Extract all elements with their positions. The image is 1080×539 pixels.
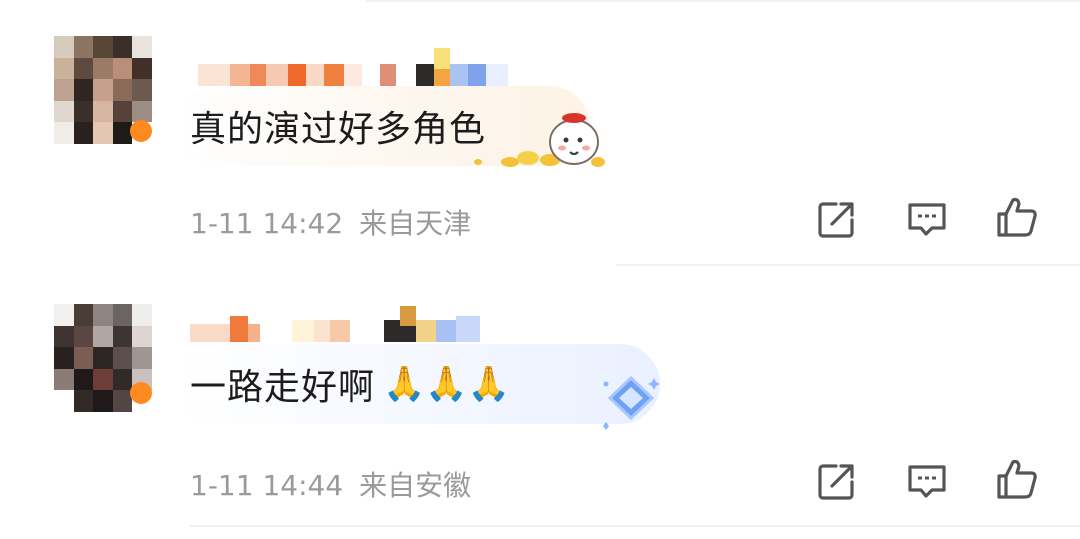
diamond-badge-sticker [603,375,660,430]
bottom-divider [190,525,1080,527]
comment-text: 真的演过好多角色 [190,109,487,150]
like-button[interactable] [994,194,1040,240]
comment-time: 1-11 14:44 [190,469,344,502]
comment-item: 真的演过好多角色 1-11 14:42 来自天津 [0,0,1080,262]
praying-hands-emoji: 🙏🙏🙏 [383,364,511,404]
avatar-badge [130,120,152,142]
like-icon [997,459,1037,499]
reply-button[interactable] [904,458,950,504]
username-blurred[interactable] [198,46,508,86]
comment-icon [908,203,946,236]
like-button[interactable] [994,456,1040,502]
comment-bubble[interactable]: 一路走好啊 🙏🙏🙏 [176,344,660,424]
share-icon [818,202,854,238]
comment-location: 来自天津 [359,207,472,240]
share-icon [818,464,854,500]
avatar-badge [130,382,152,404]
comment-icon [908,465,946,498]
reply-button[interactable] [904,196,950,242]
comment-time: 1-11 14:42 [190,207,344,240]
comment-item: 一路走好啊 🙏🙏🙏 1-11 14:44 来自安徽 [0,266,1080,528]
comment-meta: 1-11 14:42 来自天津 [190,202,471,242]
share-button[interactable] [814,458,860,504]
comment-meta: 1-11 14:44 来自安徽 [190,464,471,504]
username-blurred[interactable] [190,302,480,342]
comment-location: 来自安徽 [359,469,472,502]
fortune-doll-sticker [474,113,605,167]
like-icon [997,197,1037,237]
comment-text: 一路走好啊 [190,367,376,408]
share-button[interactable] [814,196,860,242]
